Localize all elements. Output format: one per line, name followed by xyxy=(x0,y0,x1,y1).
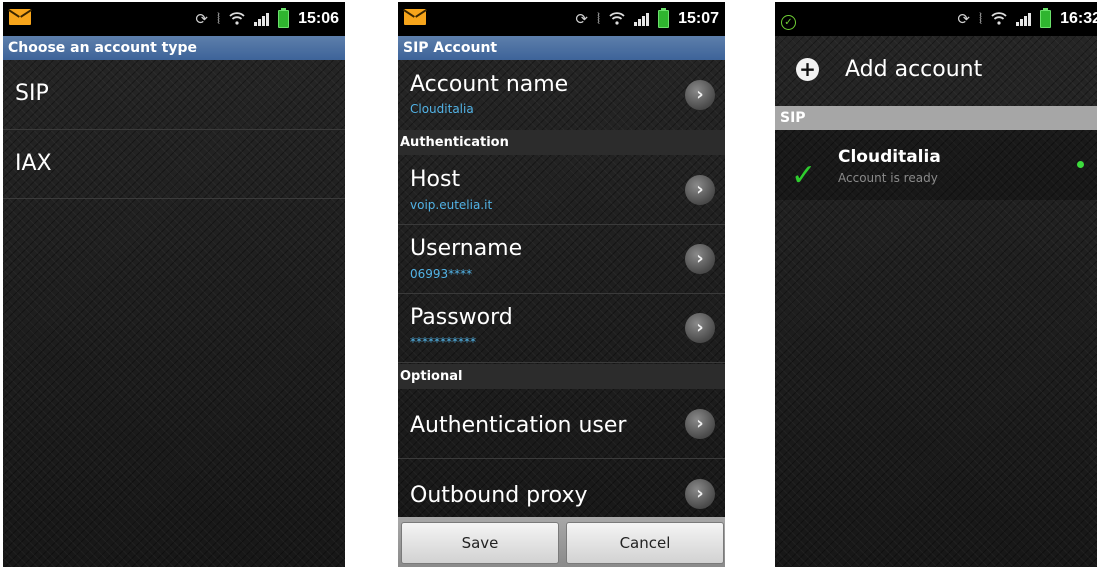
row-label: Host xyxy=(410,167,461,192)
row-label: Password xyxy=(410,305,513,330)
screen-choose-account-type: ⟳ ⦚ 15:06 Choose an account type SIP IAX xyxy=(3,2,345,567)
password-row[interactable]: Password *********** › xyxy=(398,294,725,363)
status-bar: ⟳ ⦚ 15:06 xyxy=(3,2,345,36)
list-item-label: IAX xyxy=(15,151,52,176)
chevron-right-icon: › xyxy=(685,175,715,205)
sync-icon: ⟳ xyxy=(195,9,208,28)
vibrate-icon: ⦚ xyxy=(216,9,221,28)
row-label: Outbound proxy xyxy=(410,483,588,508)
sync-icon: ⟳ xyxy=(575,9,588,28)
vibrate-icon: ⦚ xyxy=(596,9,601,28)
account-name: Clouditalia xyxy=(838,147,941,167)
status-bar: ✓ ⟳ ⦚ 16:32 xyxy=(775,2,1097,36)
add-account-label: Add account xyxy=(845,57,983,82)
list-item-label: SIP xyxy=(15,81,49,106)
add-account-row[interactable]: Add account xyxy=(775,36,1097,104)
account-name-row[interactable]: Account name Clouditalia › xyxy=(398,60,725,131)
row-value: 06993**** xyxy=(410,267,473,281)
chevron-right-icon: › xyxy=(685,409,715,439)
cancel-button[interactable]: Cancel xyxy=(566,522,724,564)
outbound-proxy-row[interactable]: Outbound proxy › xyxy=(398,459,725,517)
account-status: Account is ready xyxy=(838,171,938,185)
sync-icon: ⟳ xyxy=(957,9,970,28)
wifi-icon xyxy=(229,11,245,28)
chevron-right-icon: › xyxy=(685,313,715,343)
screen-sip-account: ⟳ ⦚ 15:07 SIP Account Account name Cloud… xyxy=(398,2,725,567)
online-dot-icon xyxy=(1077,161,1084,168)
wifi-icon xyxy=(609,11,625,28)
host-row[interactable]: Host voip.eutelia.it › xyxy=(398,155,725,225)
battery-icon xyxy=(1040,8,1052,28)
row-label: Authentication user xyxy=(410,413,627,438)
status-time: 15:07 xyxy=(678,10,719,27)
status-bar: ⟳ ⦚ 15:07 xyxy=(398,2,725,36)
section-header-authentication: Authentication xyxy=(398,130,725,155)
signal-icon xyxy=(1016,12,1032,26)
page-title: SIP Account xyxy=(398,36,725,60)
signal-icon xyxy=(254,12,270,26)
row-value: Clouditalia xyxy=(410,102,474,116)
vibrate-icon: ⦚ xyxy=(978,9,983,28)
status-time: 16:32 xyxy=(1060,10,1097,27)
save-button[interactable]: Save xyxy=(401,522,559,564)
list-item-iax[interactable]: IAX xyxy=(3,130,345,199)
chevron-right-icon: › xyxy=(685,244,715,274)
chevron-right-icon: › xyxy=(685,80,715,110)
chevron-right-icon: › xyxy=(685,479,715,509)
row-value: voip.eutelia.it xyxy=(410,198,493,212)
battery-icon xyxy=(278,8,290,28)
row-label: Account name xyxy=(410,72,569,97)
username-row[interactable]: Username 06993**** › xyxy=(398,225,725,294)
account-row-clouditalia[interactable]: Clouditalia Account is ready xyxy=(775,130,1097,200)
button-bar: Save Cancel xyxy=(398,517,725,567)
battery-icon xyxy=(658,8,670,28)
signal-icon xyxy=(634,12,650,26)
email-icon xyxy=(404,9,426,25)
add-circle-icon: + xyxy=(796,58,819,81)
row-label: Username xyxy=(410,236,523,261)
email-icon xyxy=(9,9,31,25)
row-value: *********** xyxy=(410,335,476,349)
list-item-sip[interactable]: SIP xyxy=(3,60,345,130)
status-time: 15:06 xyxy=(298,10,339,27)
wifi-icon xyxy=(991,11,1007,28)
authentication-user-row[interactable]: Authentication user › xyxy=(398,389,725,459)
check-circle-icon: ✓ xyxy=(781,15,796,30)
section-header-optional: Optional xyxy=(398,364,725,389)
page-title: Choose an account type xyxy=(3,36,345,60)
check-icon: ✓ xyxy=(791,158,817,193)
section-header-sip: SIP xyxy=(775,106,1097,130)
screen-accounts-list: ✓ ⟳ ⦚ 16:32 Add account + SIP Clouditali… xyxy=(775,2,1097,567)
